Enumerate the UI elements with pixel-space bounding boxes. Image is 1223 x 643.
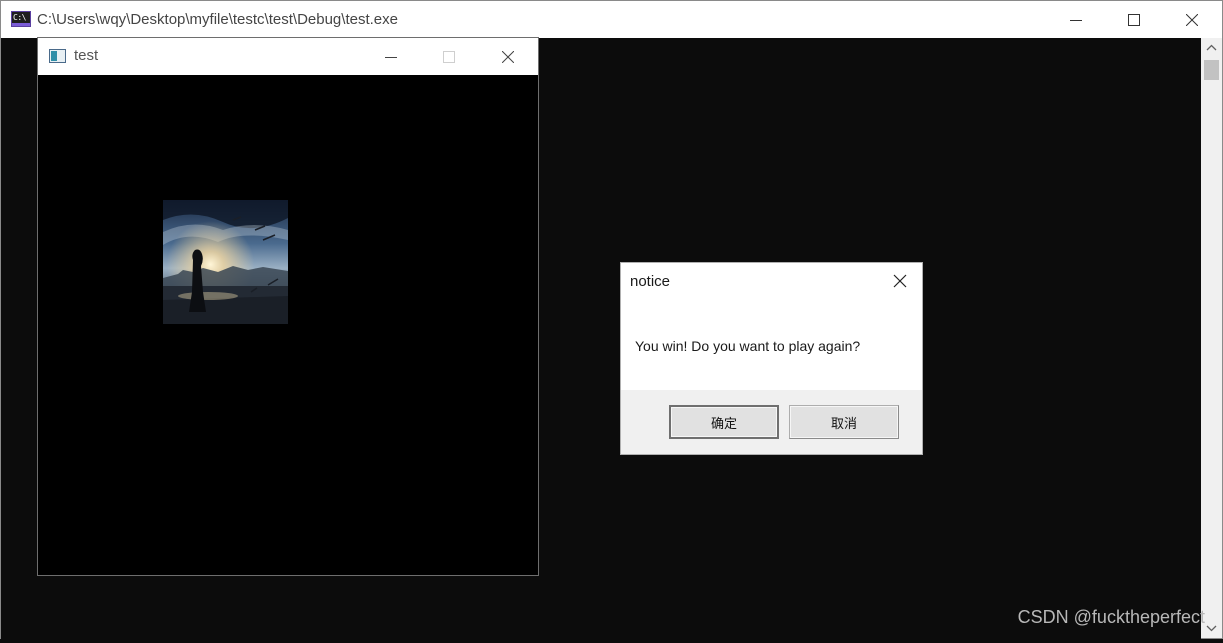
anime-girl-under-night-sky-image[interactable] xyxy=(163,200,288,324)
console-scrollbar[interactable] xyxy=(1201,38,1222,638)
cancel-button[interactable]: 取消 xyxy=(789,405,899,439)
watermark-text: CSDN @fucktheperfect xyxy=(1017,607,1205,627)
minimize-icon xyxy=(385,56,397,58)
maximize-icon xyxy=(1128,13,1140,26)
dialog-title: notice xyxy=(630,273,671,290)
scroll-up-button[interactable] xyxy=(1201,38,1222,58)
console-close-button[interactable] xyxy=(1163,1,1221,38)
console-icon-bar xyxy=(12,23,30,26)
window-icon-pane xyxy=(51,51,57,61)
close-icon xyxy=(502,50,514,63)
game-minimize-button[interactable] xyxy=(362,38,420,75)
console-minimize-button[interactable] xyxy=(1047,1,1105,38)
console-titlebar[interactable]: C:\ C:\Users\wqy\Desktop\myfile\testc\te… xyxy=(1,1,1222,38)
ok-button[interactable]: 确定 xyxy=(669,405,779,439)
chevron-up-icon xyxy=(1206,44,1217,51)
minimize-icon xyxy=(1070,19,1082,21)
game-close-button[interactable] xyxy=(479,38,537,75)
game-window-title: test xyxy=(74,47,99,64)
game-canvas[interactable] xyxy=(38,75,538,575)
console-icon-glyph: C:\ xyxy=(13,13,26,22)
maximize-icon xyxy=(443,50,455,63)
dialog-button-bar: 确定 取消 xyxy=(621,390,922,454)
notice-dialog: notice You win! Do you want to play agai… xyxy=(620,262,923,455)
dialog-message: You win! Do you want to play again? xyxy=(635,338,861,354)
console-maximize-button[interactable] xyxy=(1105,1,1163,38)
window-app-icon xyxy=(49,49,66,63)
console-title: C:\Users\wqy\Desktop\myfile\testc\test\D… xyxy=(37,11,398,28)
dialog-close-button[interactable] xyxy=(878,263,922,299)
scroll-thumb[interactable] xyxy=(1204,60,1219,80)
picture-illustration xyxy=(163,200,288,324)
close-icon xyxy=(893,274,907,288)
game-titlebar[interactable]: test xyxy=(38,38,538,75)
game-window: test xyxy=(37,37,539,576)
close-icon xyxy=(1186,13,1198,26)
game-maximize-button[interactable] xyxy=(420,38,478,75)
console-app-icon: C:\ xyxy=(11,11,31,27)
